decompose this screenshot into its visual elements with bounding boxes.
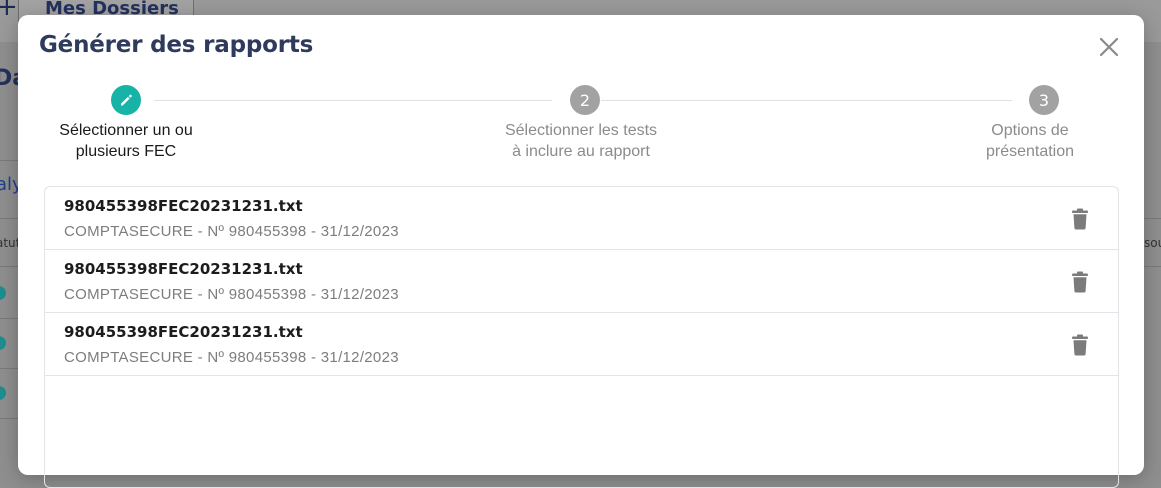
step-2-indicator[interactable]: 2 — [570, 85, 600, 115]
file-meta: COMPTASECURE - Nº 980455398 - 31/12/2023 — [64, 286, 399, 303]
file-name: 980455398FEC20231231.txt — [64, 260, 303, 278]
selected-fec-list: 980455398FEC20231231.txt COMPTASECURE - … — [44, 186, 1119, 488]
delete-file-button[interactable] — [1071, 208, 1089, 230]
delete-file-button[interactable] — [1071, 334, 1089, 356]
background-divider — [0, 218, 18, 219]
delete-file-button[interactable] — [1071, 271, 1089, 293]
step-3-number: 3 — [1038, 90, 1050, 110]
step-2-label-line2: à inclure au rapport — [512, 143, 650, 160]
list-item: 980455398FEC20231231.txt COMPTASECURE - … — [45, 313, 1118, 376]
step-2-label: Sélectionner les tests à inclure au rapp… — [481, 120, 681, 162]
step-2-label-line1: Sélectionner les tests — [504, 122, 658, 139]
step-connector — [154, 100, 552, 101]
step-1-label-line2: plusieurs FEC — [75, 143, 177, 160]
step-3-label: Options de présentation — [930, 120, 1130, 162]
background-status-dot — [0, 286, 6, 300]
step-2-number: 2 — [579, 90, 591, 110]
generate-reports-modal: Générer des rapports 2 3 Sélectionner un… — [18, 15, 1144, 488]
step-3-label-line2: présentation — [985, 143, 1075, 160]
background-status-dot — [0, 336, 6, 350]
background-divider — [1143, 218, 1161, 219]
step-1-label: Sélectionner un ou plusieurs FEC — [26, 120, 226, 162]
trash-icon — [1072, 334, 1088, 356]
stepper: 2 3 Sélectionner un ou plusieurs FEC Sél… — [18, 15, 1144, 165]
file-meta: COMPTASECURE - Nº 980455398 - 31/12/2023 — [64, 349, 399, 366]
background-column-header-right: sou — [1144, 236, 1161, 250]
pencil-icon — [121, 94, 132, 106]
background-divider — [0, 160, 18, 161]
trash-icon — [1072, 208, 1088, 230]
step-3-indicator[interactable]: 3 — [1029, 85, 1059, 115]
list-item: 980455398FEC20231231.txt COMPTASECURE - … — [45, 250, 1118, 313]
step-1-indicator[interactable] — [111, 85, 141, 115]
background-divider — [1143, 266, 1161, 267]
step-connector — [601, 100, 1012, 101]
background-divider — [0, 266, 18, 267]
background-status-dot — [0, 386, 6, 400]
trash-icon — [1072, 271, 1088, 293]
background-divider — [0, 418, 18, 419]
list-item: 980455398FEC20231231.txt COMPTASECURE - … — [45, 187, 1118, 250]
file-name: 980455398FEC20231231.txt — [64, 197, 303, 215]
background-divider — [0, 318, 18, 319]
file-name: 980455398FEC20231231.txt — [64, 323, 303, 341]
file-meta: COMPTASECURE - Nº 980455398 - 31/12/2023 — [64, 223, 399, 240]
step-3-label-line1: Options de — [991, 122, 1069, 139]
background-divider — [0, 368, 18, 369]
add-icon: + — [0, 0, 18, 22]
step-1-label-line1: Sélectionner un ou — [59, 122, 193, 139]
